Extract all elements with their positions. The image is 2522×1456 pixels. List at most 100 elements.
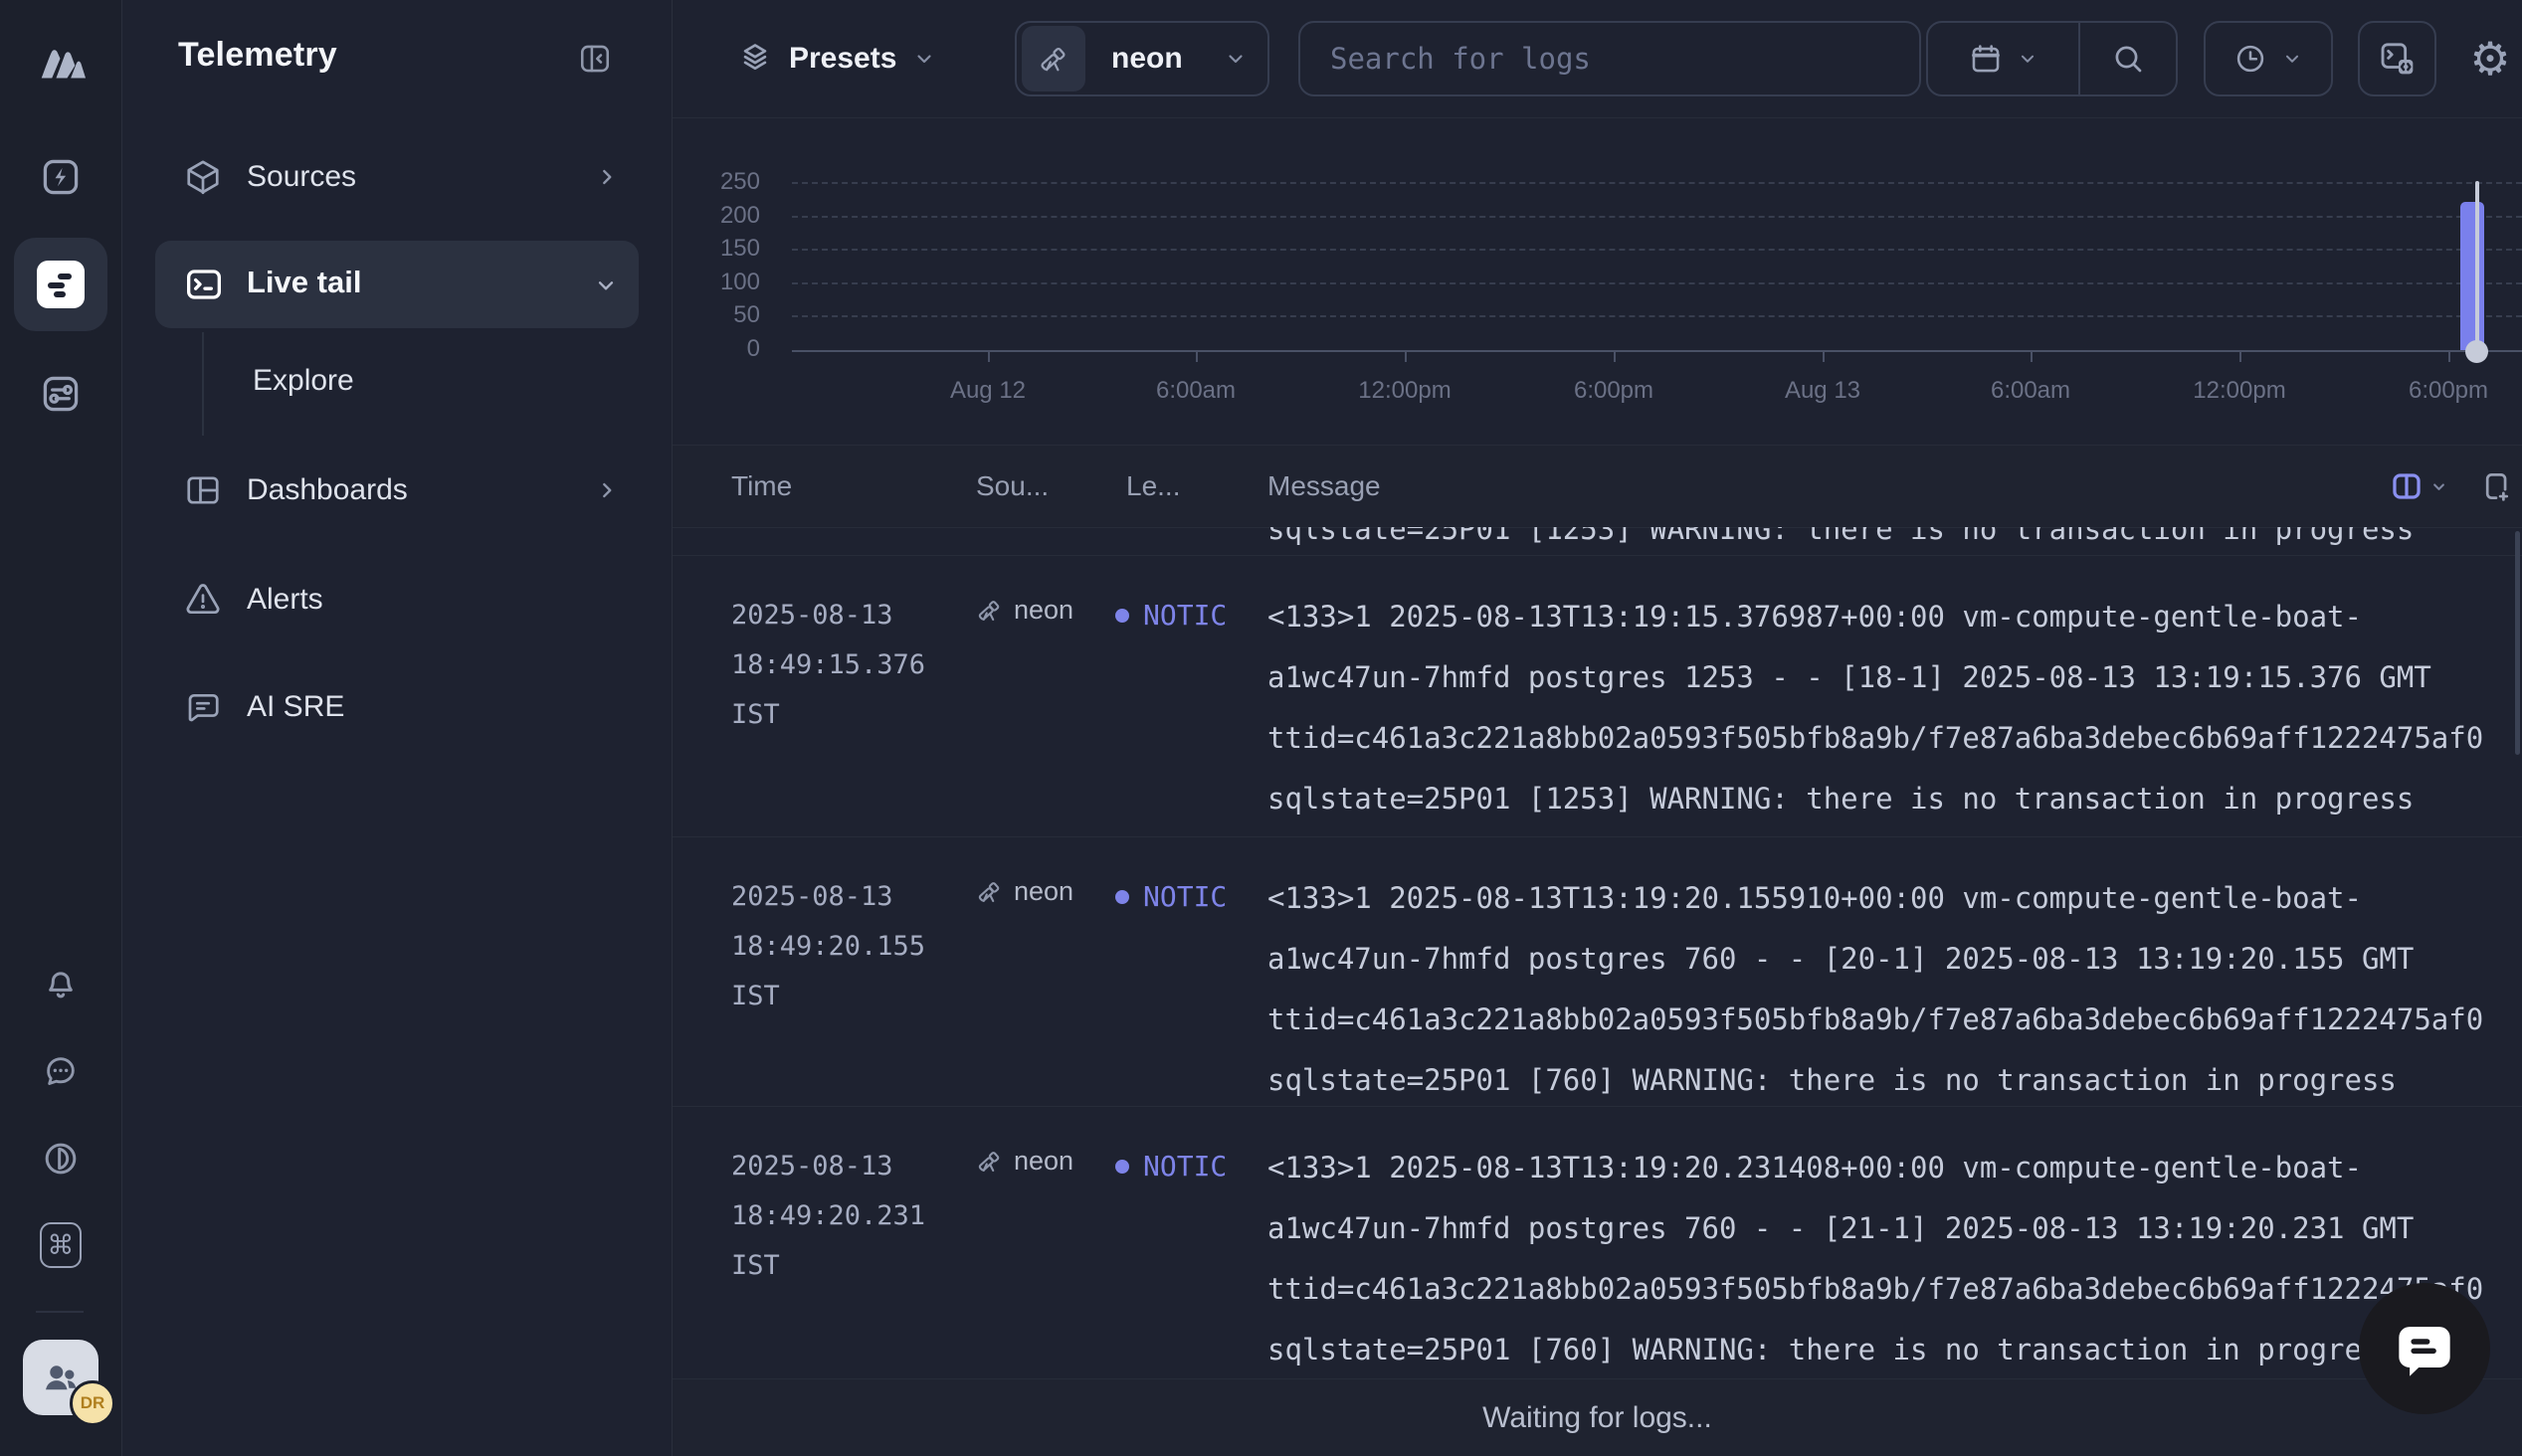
log-level: NOTIC [1115, 880, 1227, 913]
terminal-icon [184, 265, 224, 304]
time-range-button[interactable] [2204, 21, 2333, 96]
telescope-icon [976, 597, 1003, 624]
chevron-down-icon [1224, 47, 1248, 71]
chevron-down-icon [593, 273, 619, 298]
source-select[interactable]: neon [1015, 21, 1269, 96]
settings-gear-icon[interactable]: ⚙ [2463, 32, 2517, 86]
chevron-down-icon[interactable] [2429, 477, 2448, 496]
x-tick-label: Aug 13 [1743, 377, 1902, 405]
waiting-status-bar: Waiting for logs... [673, 1378, 2522, 1456]
column-header-time[interactable]: Time [731, 446, 792, 527]
sidebar-item-explore[interactable]: Explore [122, 349, 672, 413]
sidebar-item-label: Live tail [247, 265, 361, 300]
theme-contrast-icon[interactable] [40, 1138, 82, 1180]
y-tick-label: 50 [673, 301, 760, 329]
log-row[interactable]: 2025-08-13 18:49:20.231 IST neon NOTIC [673, 1106, 2522, 1378]
log-search [1298, 21, 1921, 96]
sidebar: Telemetry Sources [122, 0, 673, 1456]
column-header-message[interactable]: Message [1267, 446, 1381, 527]
x-tick-label: Aug 12 [908, 377, 1067, 405]
sidebar-item-label: Explore [253, 364, 354, 398]
chevron-down-icon [912, 47, 936, 71]
log-message: <133>1 2025-08-13T13:19:20.155910+00:00 … [1267, 868, 2522, 1111]
axis-tick [1823, 352, 1825, 362]
metrics-sliders-icon[interactable] [28, 361, 94, 427]
x-tick-label: 6:00am [1116, 377, 1275, 405]
flash-icon[interactable] [28, 144, 94, 210]
chat-fab[interactable] [2359, 1283, 2490, 1414]
clipped-log-line: sqlstate=25P01 [1253] WARNING: there is … [1267, 527, 2414, 547]
volume-bar [2460, 202, 2484, 350]
level-dot [1115, 890, 1129, 904]
terminal-code-icon [2378, 39, 2418, 79]
axis-tick [1196, 352, 1198, 362]
date-search-group [1926, 21, 2178, 96]
chevron-right-icon [594, 164, 620, 190]
axis-tick [2448, 352, 2450, 362]
level-dot [1115, 1160, 1129, 1174]
log-time: 2025-08-13 18:49:20.155 IST [731, 872, 925, 1021]
sidebar-item-label: Dashboards [247, 473, 408, 507]
axis-tick [1614, 352, 1616, 362]
feedback-bubble-icon[interactable] [40, 1050, 82, 1092]
topbar: Presets neon [673, 0, 2522, 118]
selected-source: neon [1111, 42, 1183, 76]
gridline [792, 249, 2522, 251]
x-tick-label: 6:00pm [1534, 377, 1693, 405]
search-input[interactable] [1328, 41, 1889, 77]
log-source: neon [976, 1146, 1073, 1177]
log-level: NOTIC [1115, 1150, 1227, 1183]
axis-tick [2031, 352, 2033, 362]
column-header-source[interactable]: Sou... [976, 446, 1049, 527]
presets-button[interactable]: Presets [737, 21, 936, 96]
command-menu-icon[interactable]: ⌘ [40, 1224, 82, 1266]
query-console-button[interactable] [2358, 21, 2436, 96]
log-row[interactable]: 2025-08-13 18:49:20.155 IST neon NOTIC [673, 836, 2522, 1106]
chat-bubble-icon [2390, 1314, 2459, 1383]
add-column-icon[interactable] [2477, 469, 2511, 503]
log-time: 2025-08-13 18:49:20.231 IST [731, 1142, 925, 1291]
sidebar-item-dashboards[interactable]: Dashboards [122, 458, 672, 522]
rail-item-live-tail-active[interactable] [14, 238, 107, 331]
x-tick-label: 12:00pm [2160, 377, 2319, 405]
page-title: Telemetry [178, 36, 337, 75]
chevron-down-icon [2017, 48, 2038, 70]
sidebar-item-ai-sre[interactable]: AI SRE [122, 675, 672, 739]
column-header-level[interactable]: Le... [1126, 446, 1180, 527]
chevron-right-icon [594, 477, 620, 503]
axis-tick [988, 352, 990, 362]
log-row[interactable]: 2025-08-13 18:49:15.376 IST neon NOTIC [673, 555, 2522, 836]
log-table-header: Time Sou... Le... Message [673, 445, 2522, 528]
icon-rail: ⌘ DR [0, 0, 122, 1456]
sidebar-item-label: Alerts [247, 583, 323, 617]
user-initials-badge[interactable]: DR [70, 1380, 115, 1426]
y-tick-label: 150 [673, 235, 760, 263]
sidebar-item-live-tail[interactable]: Live tail [155, 241, 639, 328]
axis-tick [1405, 352, 1407, 362]
run-search-button[interactable] [2080, 23, 2176, 94]
date-range-button[interactable] [1928, 23, 2078, 94]
scrollbar-thumb[interactable] [2515, 531, 2520, 755]
clock-icon [2233, 42, 2267, 76]
chevron-down-icon [2281, 48, 2303, 70]
brand-logo-icon[interactable] [32, 32, 90, 90]
columns-layout-icon[interactable] [2390, 469, 2424, 503]
x-tick-label: 6:00pm [2369, 377, 2522, 405]
collapse-sidebar-icon[interactable] [578, 42, 612, 76]
sidebar-item-alerts[interactable]: Alerts [122, 568, 672, 632]
gridline [792, 216, 2522, 218]
log-list: sqlstate=25P01 [1253] WARNING: there is … [673, 527, 2522, 1378]
calendar-icon [1969, 42, 2003, 76]
app-window: ⌘ DR Telemetry [0, 0, 2522, 1456]
x-axis [792, 350, 2522, 352]
log-source: neon [976, 876, 1073, 907]
sidebar-item-sources[interactable]: Sources [122, 145, 672, 209]
gridline [792, 315, 2522, 317]
y-tick-label: 100 [673, 269, 760, 296]
sidebar-item-label: Sources [247, 160, 356, 194]
x-tick-label: 12:00pm [1325, 377, 1484, 405]
presets-label: Presets [789, 42, 896, 76]
bell-icon[interactable] [40, 963, 82, 1004]
live-scrubber-handle[interactable] [2465, 340, 2488, 363]
cube-icon [184, 158, 222, 196]
